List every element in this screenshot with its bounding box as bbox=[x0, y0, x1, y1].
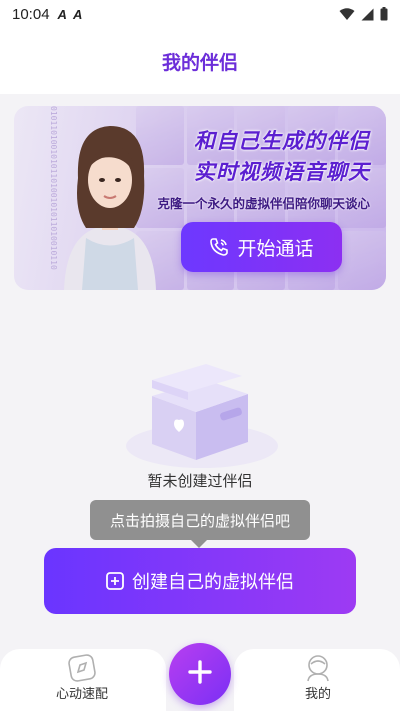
nav-item-mine-label: 我的 bbox=[304, 687, 331, 702]
start-call-label: 开始通话 bbox=[237, 237, 314, 260]
nav-item-match-label: 心动速配 bbox=[55, 687, 108, 702]
portrait-image bbox=[64, 126, 156, 290]
notification-icon: A bbox=[57, 6, 67, 22]
banner-headline-line-2: 实时视频语音聊天 bbox=[194, 160, 370, 184]
plus-icon bbox=[186, 658, 214, 690]
profile-icon bbox=[305, 653, 331, 683]
add-fab-button[interactable] bbox=[169, 643, 231, 705]
banner-subtitle: 克隆一个永久的虚拟伴侣陪你聊天谈心 bbox=[157, 196, 370, 211]
nav-item-mine[interactable]: 我的 bbox=[258, 653, 378, 707]
status-bar: 10:04 A A bbox=[0, 0, 400, 28]
tooltip-arrow bbox=[191, 540, 207, 548]
compass-icon bbox=[67, 653, 97, 683]
hint-tooltip: 点击拍摄自己的虚拟伴侣吧 bbox=[90, 500, 310, 540]
wifi-icon bbox=[339, 7, 355, 21]
nav-item-match[interactable]: 心动速配 bbox=[22, 653, 142, 707]
create-companion-button[interactable]: 创建自己的虚拟伴侣 bbox=[44, 548, 356, 614]
notification-icon: A bbox=[72, 6, 83, 22]
empty-state-message: 暂未创建过伴侣 bbox=[147, 472, 253, 490]
promo-banner[interactable]: 0101101001010110100101011010010110 和自己生成… bbox=[14, 106, 386, 290]
phone-icon bbox=[209, 237, 229, 257]
banner-headline-line-1: 和自己生成的伴侣 bbox=[194, 129, 370, 153]
create-companion-label: 创建自己的虚拟伴侣 bbox=[132, 572, 294, 593]
battery-icon bbox=[380, 7, 388, 21]
plus-box-icon bbox=[106, 572, 124, 590]
start-call-button[interactable]: 开始通话 bbox=[181, 222, 342, 272]
empty-box-illustration bbox=[126, 364, 278, 468]
banner-headline: 和自己生成的伴侣 实时视频语音聊天 bbox=[194, 126, 370, 188]
page-title: 我的伴侣 bbox=[161, 51, 238, 74]
status-icons bbox=[339, 7, 388, 21]
banner-binary-decoration: 0101101001010110100101011010010110 bbox=[49, 106, 58, 270]
signal-icon bbox=[361, 8, 374, 21]
status-time: 10:04 bbox=[12, 5, 50, 23]
app-header: 我的伴侣 bbox=[0, 28, 400, 94]
